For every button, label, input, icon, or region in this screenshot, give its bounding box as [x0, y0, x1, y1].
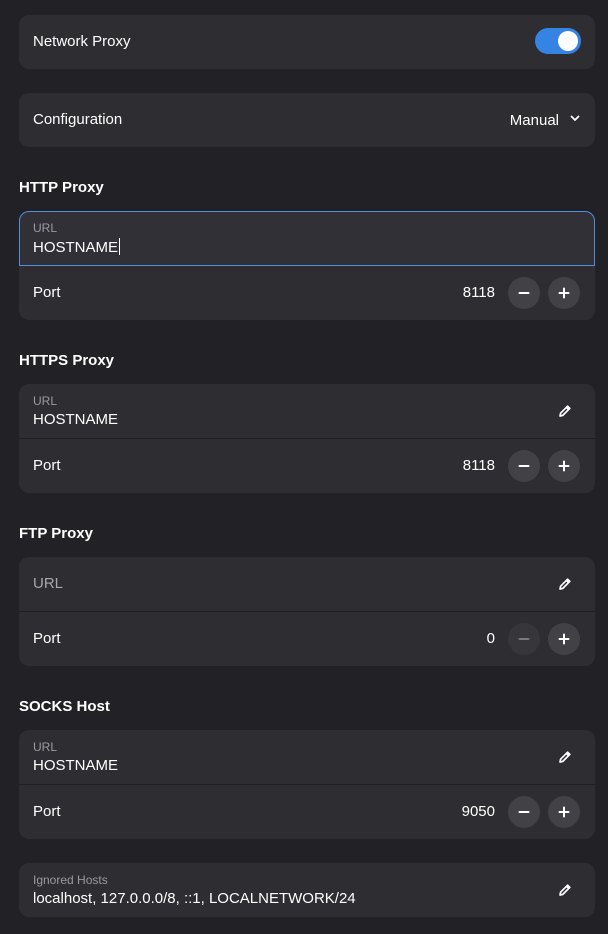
- minus-icon: [518, 465, 530, 467]
- https-port-value[interactable]: 8118: [463, 457, 495, 474]
- ftp-url-edit-button[interactable]: [551, 570, 579, 598]
- network-proxy-row: Network Proxy: [19, 15, 595, 69]
- http-url-input[interactable]: HOSTNAME: [33, 238, 121, 256]
- socks-port-increment-button[interactable]: [548, 796, 580, 828]
- https-url-value: HOSTNAME: [33, 411, 119, 428]
- configuration-row[interactable]: Configuration Manual: [19, 93, 595, 147]
- socks-host-title: SOCKS Host: [19, 698, 110, 715]
- ftp-proxy-card: URL Port 0: [19, 557, 595, 666]
- ftp-proxy-title: FTP Proxy: [19, 525, 93, 542]
- socks-port-decrement-button[interactable]: [508, 796, 540, 828]
- pencil-icon: [559, 751, 571, 763]
- ignored-hosts-edit-button[interactable]: [551, 876, 579, 904]
- minus-icon: [518, 811, 530, 813]
- socks-port-value[interactable]: 9050: [462, 803, 495, 820]
- https-port-increment-button[interactable]: [548, 450, 580, 482]
- ignored-hosts-value: localhost, 127.0.0.0/8, ::1, LOCALNETWOR…: [33, 890, 356, 907]
- http-url-caption: URL: [33, 221, 58, 235]
- https-proxy-title: HTTPS Proxy: [19, 352, 115, 369]
- ftp-port-decrement-button[interactable]: [508, 623, 540, 655]
- socks-port-row: Port 9050: [19, 785, 595, 839]
- http-proxy-card: URL HOSTNAME Port 8118: [19, 211, 595, 320]
- http-port-value[interactable]: 8118: [463, 284, 495, 301]
- ftp-port-row: Port 0: [19, 612, 595, 666]
- ftp-port-value[interactable]: 0: [487, 630, 495, 647]
- switch-knob: [558, 31, 578, 51]
- ftp-url-placeholder: URL: [33, 575, 64, 592]
- ftp-url-field[interactable]: URL: [19, 557, 595, 611]
- socks-url-value: HOSTNAME: [33, 757, 119, 774]
- network-proxy-label: Network Proxy: [33, 33, 131, 50]
- http-port-row: Port 8118: [19, 266, 595, 320]
- http-port-decrement-button[interactable]: [508, 277, 540, 309]
- socks-host-card: URL HOSTNAME Port 9050: [19, 730, 595, 839]
- plus-icon: [558, 287, 570, 299]
- plus-icon: [558, 806, 570, 818]
- https-url-field[interactable]: URL HOSTNAME: [19, 384, 595, 438]
- http-port-increment-button[interactable]: [548, 277, 580, 309]
- ignored-hosts-caption: Ignored Hosts: [33, 873, 108, 887]
- socks-url-edit-button[interactable]: [551, 743, 579, 771]
- pencil-icon: [559, 578, 571, 590]
- pencil-icon: [559, 884, 571, 896]
- socks-url-field[interactable]: URL HOSTNAME: [19, 730, 595, 784]
- http-port-label: Port: [33, 284, 61, 301]
- https-port-label: Port: [33, 457, 61, 474]
- http-proxy-title: HTTP Proxy: [19, 179, 104, 196]
- ftp-port-increment-button[interactable]: [548, 623, 580, 655]
- configuration-dropdown[interactable]: Manual: [510, 93, 581, 147]
- ignored-hosts-card[interactable]: Ignored Hosts localhost, 127.0.0.0/8, ::…: [19, 863, 595, 917]
- http-url-field[interactable]: URL HOSTNAME: [19, 211, 595, 266]
- socks-port-label: Port: [33, 803, 61, 820]
- proxy-settings-page: Network Proxy Configuration Manual HTTP …: [0, 0, 608, 934]
- https-port-decrement-button[interactable]: [508, 450, 540, 482]
- ftp-port-label: Port: [33, 630, 61, 647]
- plus-icon: [558, 633, 570, 645]
- network-proxy-switch[interactable]: [535, 28, 581, 54]
- socks-url-caption: URL: [33, 740, 58, 754]
- configuration-label: Configuration: [33, 111, 123, 128]
- minus-icon: [518, 292, 530, 294]
- https-proxy-card: URL HOSTNAME Port 8118: [19, 384, 595, 493]
- https-url-caption: URL: [33, 394, 58, 408]
- configuration-value: Manual: [509, 111, 559, 129]
- pencil-icon: [559, 405, 571, 417]
- minus-icon: [518, 638, 530, 640]
- text-caret: [119, 238, 121, 255]
- chevron-down-icon: [569, 111, 581, 129]
- plus-icon: [558, 460, 570, 472]
- https-port-row: Port 8118: [19, 439, 595, 493]
- https-url-edit-button[interactable]: [551, 397, 579, 425]
